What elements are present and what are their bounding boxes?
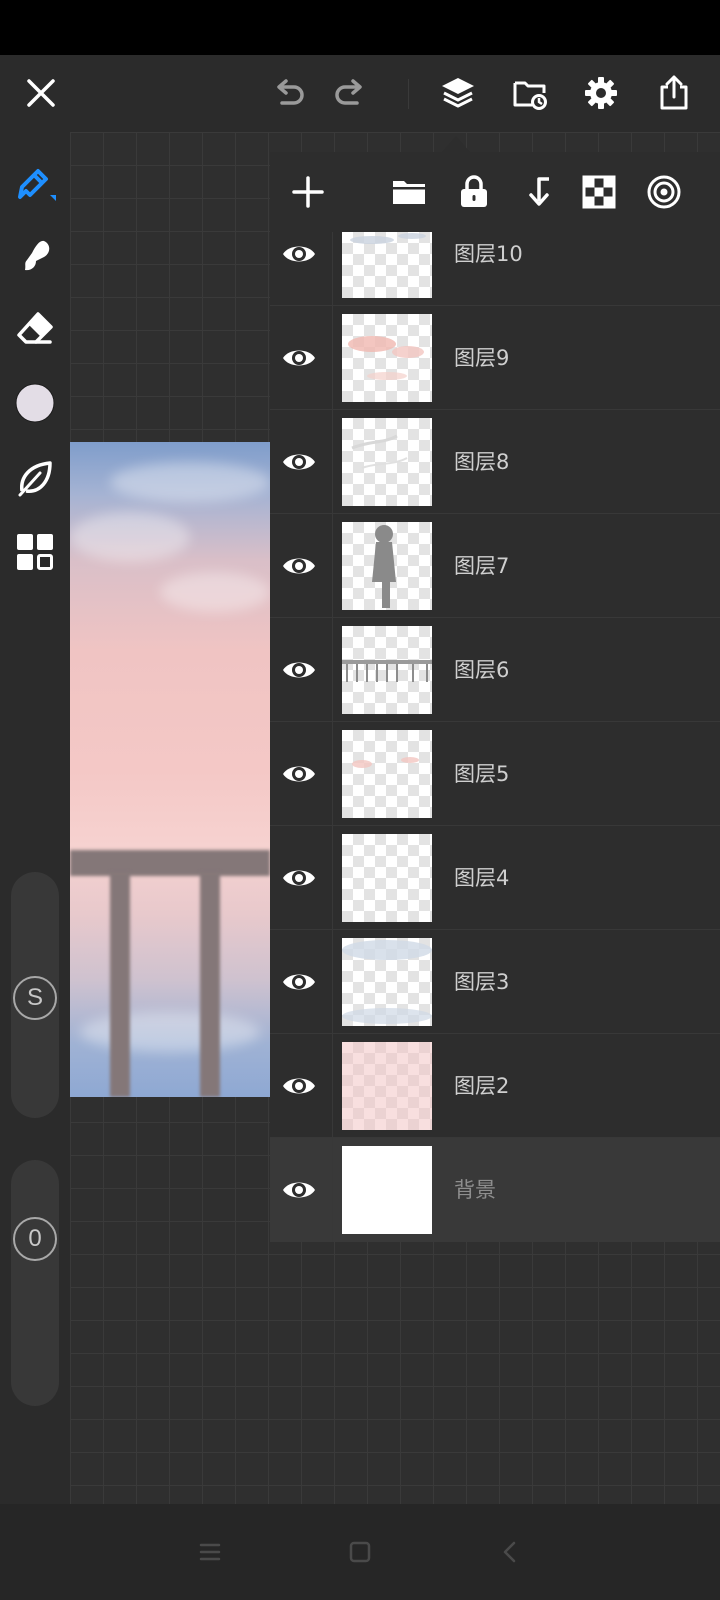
visibility-eye-icon[interactable] — [278, 858, 320, 898]
layer-thumbnail[interactable] — [342, 314, 432, 402]
layer-row[interactable]: 图层3 — [270, 930, 720, 1034]
layer-thumbnail[interactable] — [342, 232, 432, 298]
visibility-eye-icon[interactable] — [278, 1066, 320, 1106]
layer-row[interactable]: 图层2 — [270, 1034, 720, 1138]
layer-row[interactable]: 图层7 — [270, 514, 720, 618]
pen-tool-icon[interactable] — [11, 158, 59, 206]
layer-thumbnail[interactable] — [342, 1042, 432, 1130]
top-toolbar — [0, 55, 720, 132]
target-icon[interactable] — [640, 168, 688, 216]
lock-icon[interactable] — [450, 168, 498, 216]
layer-thumbnail[interactable] — [342, 522, 432, 610]
layers-panel-pointer — [442, 136, 470, 152]
layer-thumbnail[interactable] — [342, 834, 432, 922]
layer-thumbnail[interactable] — [342, 1146, 432, 1234]
layer-row[interactable]: 图层8 — [270, 410, 720, 514]
visibility-eye-icon[interactable] — [278, 962, 320, 1002]
layer-row[interactable]: 图层9 — [270, 306, 720, 410]
artwork[interactable] — [70, 442, 270, 1097]
layer-name: 图层6 — [454, 658, 510, 682]
undo-icon[interactable] — [264, 69, 312, 117]
layer-row[interactable]: 图层6 — [270, 618, 720, 722]
toolbar-divider — [408, 79, 409, 109]
opacity-knob[interactable]: 0 — [13, 1217, 57, 1261]
grid-menu-icon[interactable] — [11, 528, 59, 576]
row-divider — [332, 232, 333, 306]
layers-panel: 图层10 图层9 图层8 图层7 图层6 图层5 图层4 图层3 图层2 背景 — [270, 152, 720, 1242]
close-icon[interactable] — [17, 69, 65, 117]
row-divider — [332, 1138, 333, 1242]
layer-row[interactable]: 背景 — [270, 1138, 720, 1242]
layer-row[interactable]: 图层5 — [270, 722, 720, 826]
redo-icon[interactable] — [327, 69, 375, 117]
eraser-tool-icon[interactable] — [11, 305, 59, 353]
opacity-label: 0 — [28, 1225, 42, 1252]
back-nav-icon[interactable] — [488, 1530, 532, 1574]
visibility-eye-icon[interactable] — [278, 754, 320, 794]
brush-size-label: S — [26, 984, 43, 1011]
brush-size-knob[interactable]: S — [13, 976, 57, 1020]
navigation-bar — [0, 1504, 720, 1600]
gallery-icon[interactable] — [506, 69, 554, 117]
row-divider — [332, 306, 333, 410]
layer-name: 背景 — [454, 1178, 496, 1202]
color-swatch[interactable] — [11, 379, 59, 427]
visibility-eye-icon[interactable] — [278, 1170, 320, 1210]
row-divider — [332, 722, 333, 826]
visibility-eye-icon[interactable] — [278, 442, 320, 482]
layer-list: 图层10 图层9 图层8 图层7 图层6 图层5 图层4 图层3 图层2 背景 — [270, 232, 720, 1242]
merge-down-icon[interactable] — [514, 168, 562, 216]
layer-thumbnail[interactable] — [342, 938, 432, 1026]
layer-name: 图层3 — [454, 970, 510, 994]
folder-icon[interactable] — [385, 168, 433, 216]
row-divider — [332, 930, 333, 1034]
layer-thumbnail[interactable] — [342, 626, 432, 714]
layer-name: 图层10 — [454, 242, 523, 266]
add-layer-icon[interactable] — [284, 168, 332, 216]
visibility-eye-icon[interactable] — [278, 234, 320, 274]
layer-thumbnail[interactable] — [342, 730, 432, 818]
opacity-slider[interactable] — [11, 1160, 59, 1406]
row-divider — [332, 826, 333, 930]
layer-name: 图层5 — [454, 762, 510, 786]
layer-row[interactable]: 图层4 — [270, 826, 720, 930]
layer-name: 图层7 — [454, 554, 510, 578]
layer-thumbnail[interactable] — [342, 418, 432, 506]
menu-nav-icon[interactable] — [188, 1530, 232, 1574]
layer-name: 图层4 — [454, 866, 510, 890]
status-bar — [0, 0, 720, 55]
smudge-tool-icon[interactable] — [11, 232, 59, 280]
row-divider — [332, 514, 333, 618]
layer-name: 图层9 — [454, 346, 510, 370]
layers-icon[interactable] — [434, 69, 482, 117]
layers-panel-toolbar — [270, 152, 720, 232]
home-nav-icon[interactable] — [338, 1530, 382, 1574]
layer-row[interactable]: 图层10 — [270, 232, 720, 306]
transparency-icon[interactable] — [575, 168, 623, 216]
row-divider — [332, 618, 333, 722]
settings-icon[interactable] — [577, 69, 625, 117]
row-divider — [332, 410, 333, 514]
layer-name: 图层8 — [454, 450, 510, 474]
visibility-eye-icon[interactable] — [278, 338, 320, 378]
share-icon[interactable] — [650, 69, 698, 117]
visibility-eye-icon[interactable] — [278, 546, 320, 586]
layer-name: 图层2 — [454, 1074, 510, 1098]
row-divider — [332, 1034, 333, 1138]
leaf-icon[interactable] — [11, 454, 59, 502]
left-toolbar: S 0 — [0, 132, 70, 1504]
drawing-app: S 0 图层10 图层9 图层8 图层7 图层6 图层5 图层4 图层3 图层2… — [0, 0, 720, 1600]
visibility-eye-icon[interactable] — [278, 650, 320, 690]
